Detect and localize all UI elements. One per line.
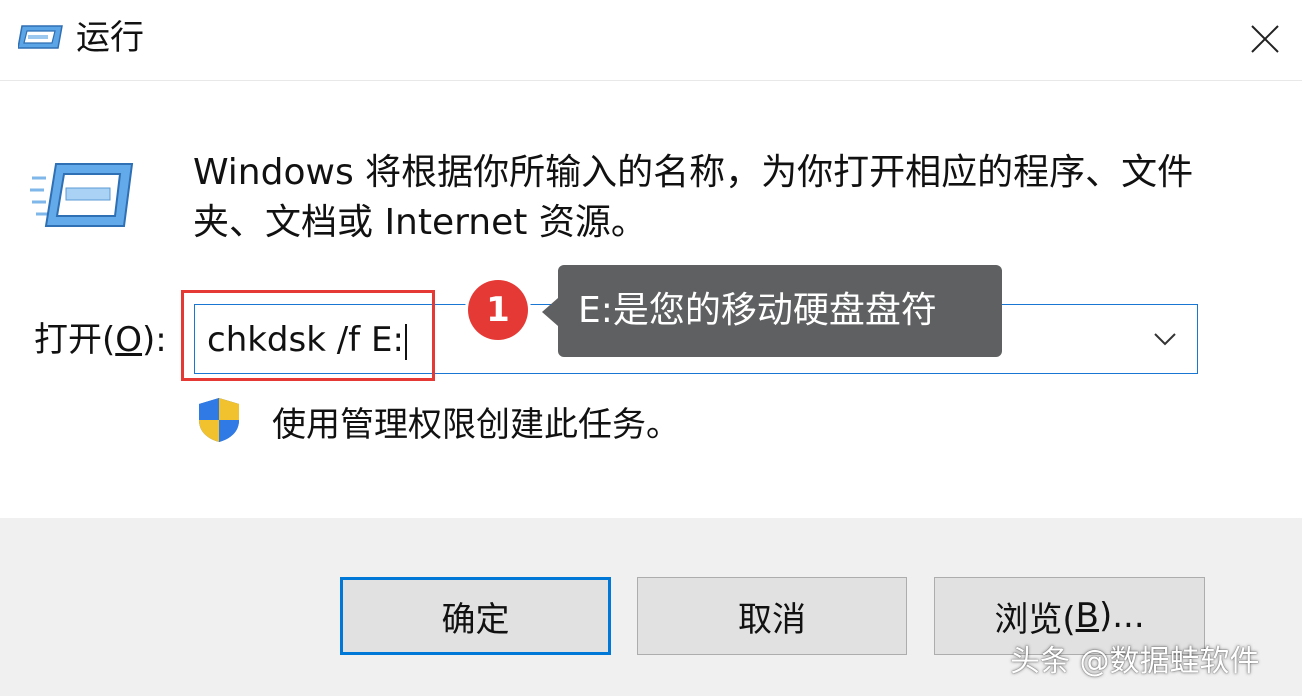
open-label: 打开(O): (34, 318, 167, 362)
run-dialog: 运行 Windows 将根据你所输入的名称，为你打开相应的程序、文件夹、文档或 … (0, 0, 1302, 696)
open-label-suffix: ): (142, 320, 167, 360)
ok-button-label: 确定 (441, 599, 510, 640)
annotation-highlight-box (181, 290, 435, 381)
admin-note: 使用管理权限创建此任务。 (272, 405, 680, 445)
open-label-accelerator: O (115, 320, 143, 360)
window-title: 运行 (76, 18, 144, 58)
cancel-button-label: 取消 (738, 599, 806, 640)
watermark: 头条 @数据蛙软件 (1010, 644, 1260, 679)
close-icon (1251, 25, 1279, 53)
run-icon-large (30, 163, 134, 227)
ok-button[interactable]: 确定 (340, 577, 611, 655)
uac-shield-icon (199, 398, 239, 442)
browse-label-suffix: )... (1098, 596, 1145, 636)
dialog-description: Windows 将根据你所输入的名称，为你打开相应的程序、文件夹、文档或 Int… (193, 152, 1194, 243)
annotation-step-badge: 1 (468, 280, 528, 340)
tooltip-arrow (542, 298, 558, 326)
annotation-tooltip: E:是您的移动硬盘盘符 (558, 265, 1002, 357)
close-button[interactable] (1230, 4, 1300, 74)
browse-label-accelerator: B (1075, 596, 1099, 636)
cancel-button[interactable]: 取消 (637, 577, 907, 655)
title-bar: 运行 (0, 0, 1302, 81)
dropdown-button[interactable] (1137, 309, 1193, 369)
open-label-prefix: 打开( (34, 320, 116, 360)
chevron-down-icon (1154, 333, 1176, 346)
browse-label-prefix: 浏览( (994, 599, 1076, 640)
run-icon (18, 25, 63, 49)
